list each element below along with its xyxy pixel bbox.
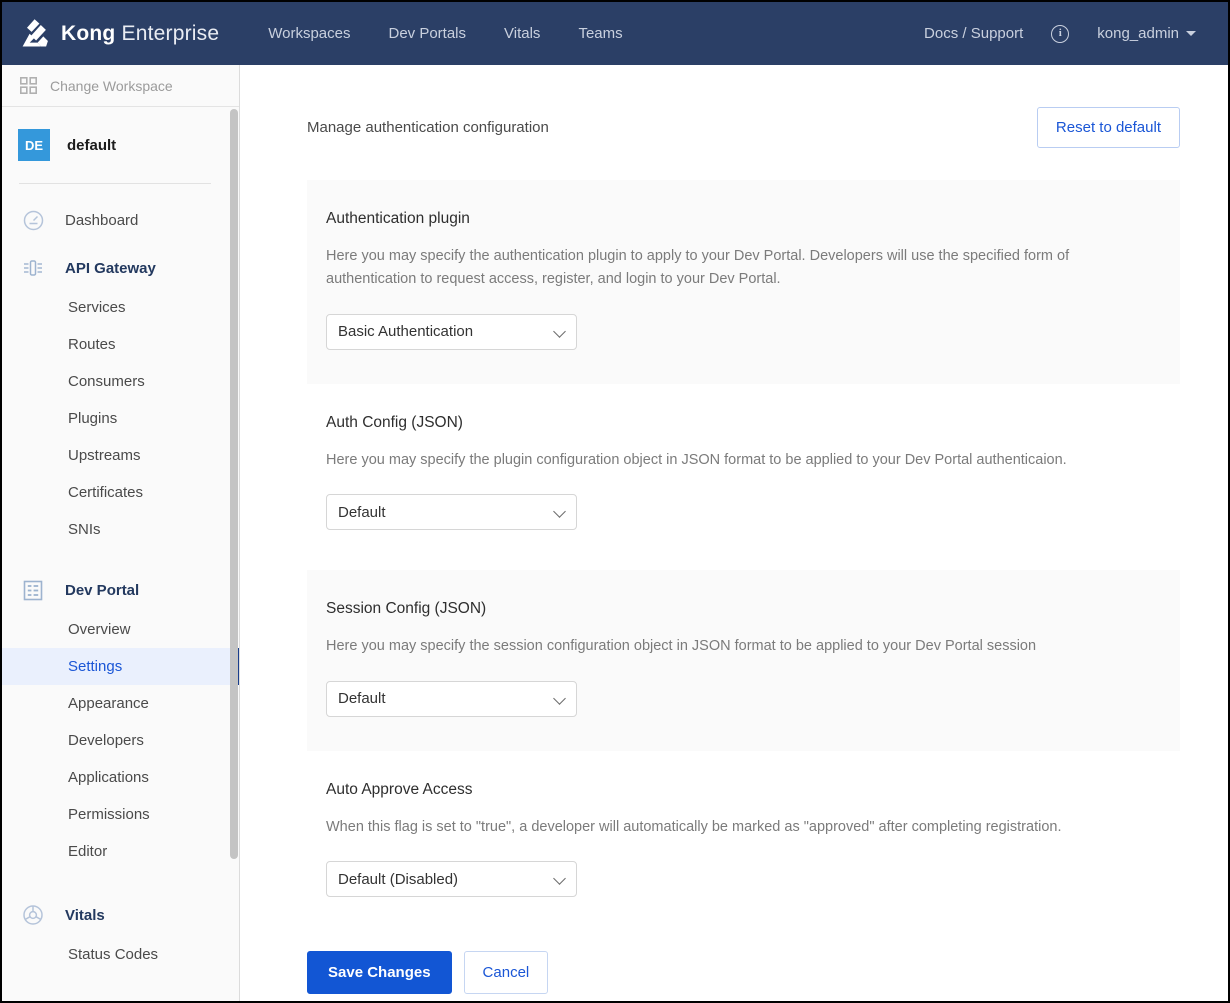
auto-approve-access-select-wrapper: Default (Disabled) (326, 861, 577, 898)
section-session-config: Session Config (JSON) Here you may speci… (307, 570, 1180, 751)
form-actions: Save Changes Cancel (307, 907, 1180, 995)
api-gateway-icon (18, 257, 48, 279)
sidebar-item-settings[interactable]: Settings (2, 648, 239, 685)
nav-item-workspaces[interactable]: Workspaces (249, 17, 369, 50)
sidebar-item-vitals[interactable]: Vitals (2, 894, 239, 936)
auto-approve-access-select[interactable]: Default (Disabled) (326, 861, 577, 898)
session-config-select-wrapper: Default (326, 680, 577, 717)
page-header: Manage authentication configuration Rese… (307, 65, 1180, 148)
brand-name-bold: Kong (61, 21, 116, 45)
workspace-avatar: DE (18, 129, 50, 161)
sidebar-item-certificates[interactable]: Certificates (2, 474, 239, 511)
auth-config-select[interactable]: Default (326, 494, 577, 531)
main-content: Manage authentication configuration Rese… (241, 65, 1228, 1001)
auth-config-select-wrapper: Default (326, 494, 577, 531)
section-title: Authentication plugin (326, 210, 470, 227)
header-right-cluster: Docs / Support i kong_admin (910, 17, 1210, 51)
sidebar-item-snis[interactable]: SNIs (2, 511, 239, 548)
sidebar-item-appearance[interactable]: Appearance (2, 685, 239, 722)
sidebar-item-routes[interactable]: Routes (2, 326, 239, 363)
section-title: Session Config (JSON) (326, 600, 487, 618)
sidebar-item-editor[interactable]: Editor (2, 833, 239, 870)
authentication-plugin-select-wrapper: Basic Authentication (326, 313, 577, 350)
kong-enterprise-admin-window: Kong Enterprise Workspaces Dev Portals V… (0, 0, 1230, 1003)
sidebar-item-applications[interactable]: Applications (2, 759, 239, 796)
user-menu-label: kong_admin (1097, 25, 1179, 42)
sidebar-nav-tree: Dashboard API Gateway Services Routes Co… (2, 184, 239, 973)
sidebar-item-vitals-label: Vitals (65, 906, 105, 924)
save-changes-button[interactable]: Save Changes (307, 951, 452, 995)
sidebar-item-permissions[interactable]: Permissions (2, 796, 239, 833)
document-list-icon (18, 580, 48, 601)
sidebar-item-upstreams[interactable]: Upstreams (2, 437, 239, 474)
sidebar-item-overview[interactable]: Overview (2, 611, 239, 648)
sidebar-item-dev-portal-label: Dev Portal (65, 582, 140, 599)
kong-gorilla-logo-icon (22, 18, 48, 46)
sidebar-item-dev-portal[interactable]: Dev Portal (2, 570, 239, 611)
change-workspace-label: Change Workspace (50, 77, 173, 94)
sidebar-item-plugins[interactable]: Plugins (2, 400, 239, 437)
cancel-button[interactable]: Cancel (463, 951, 549, 995)
brand-text: Kong Enterprise (61, 22, 219, 46)
nav-item-dev-portals[interactable]: Dev Portals (369, 17, 485, 50)
section-description: Here you may specify the plugin configur… (326, 451, 1067, 468)
section-auth-config: Auth Config (JSON) Here you may specify … (307, 383, 1180, 541)
section-title: Auto Approve Access (326, 780, 473, 798)
sidebar-item-services[interactable]: Services (2, 289, 239, 326)
sidebar-item-api-gateway[interactable]: API Gateway (2, 247, 239, 289)
sidebar-item-dashboard[interactable]: Dashboard (2, 200, 239, 241)
brand-name-light: Enterprise (121, 21, 220, 45)
current-workspace[interactable]: DE default (2, 107, 239, 183)
sidebar-scrollbar-thumb[interactable] (230, 109, 238, 859)
chevron-down-icon (1186, 31, 1196, 36)
info-button[interactable]: i (1037, 17, 1083, 51)
info-icon: i (1051, 24, 1070, 43)
docs-support-link[interactable]: Docs / Support (910, 17, 1037, 50)
primary-nav: Workspaces Dev Portals Vitals Teams (249, 17, 641, 50)
brand-logo[interactable]: Kong Enterprise (18, 17, 219, 51)
sidebar-item-status-codes[interactable]: Status Codes (2, 936, 239, 973)
section-authentication-plugin: Authentication plugin Here you may speci… (307, 180, 1180, 384)
workspace-name: default (67, 136, 117, 154)
sidebar-group-api-gateway: API Gateway Services Routes Consumers Pl… (2, 247, 239, 548)
gauge-icon (18, 210, 48, 231)
section-title: Auth Config (JSON) (326, 413, 463, 431)
reset-to-default-button[interactable]: Reset to default (1036, 107, 1180, 148)
authentication-plugin-select[interactable]: Basic Authentication (326, 313, 577, 350)
section-auto-approve-access: Auto Approve Access When this flag is se… (307, 750, 1180, 908)
section-description: When this flag is set to "true", a devel… (326, 818, 1062, 835)
sidebar-group-vitals: Vitals Status Codes (2, 894, 239, 973)
page-title: Manage authentication configuration (307, 119, 549, 136)
change-workspace-button[interactable]: Change Workspace (2, 65, 239, 107)
session-config-select[interactable]: Default (326, 680, 577, 717)
grid-icon (20, 77, 37, 94)
sidebar-item-consumers[interactable]: Consumers (2, 363, 239, 400)
sidebar-group-dashboard: Dashboard (2, 200, 239, 241)
top-header-bar: Kong Enterprise Workspaces Dev Portals V… (2, 2, 1228, 65)
section-description: Here you may specify the authentication … (326, 248, 1070, 288)
sidebar-item-developers[interactable]: Developers (2, 722, 239, 759)
user-menu[interactable]: kong_admin (1083, 17, 1210, 50)
vitals-donut-icon (18, 904, 48, 926)
nav-item-vitals[interactable]: Vitals (485, 17, 559, 50)
sidebar: Change Workspace DE default Dashboard AP… (2, 65, 240, 1001)
section-description: Here you may specify the session configu… (326, 638, 1037, 655)
sidebar-item-dashboard-label: Dashboard (65, 212, 139, 229)
nav-item-teams[interactable]: Teams (559, 17, 641, 50)
sidebar-group-dev-portal: Dev Portal Overview Settings Appearance … (2, 570, 239, 870)
sidebar-item-api-gateway-label: API Gateway (65, 259, 156, 277)
